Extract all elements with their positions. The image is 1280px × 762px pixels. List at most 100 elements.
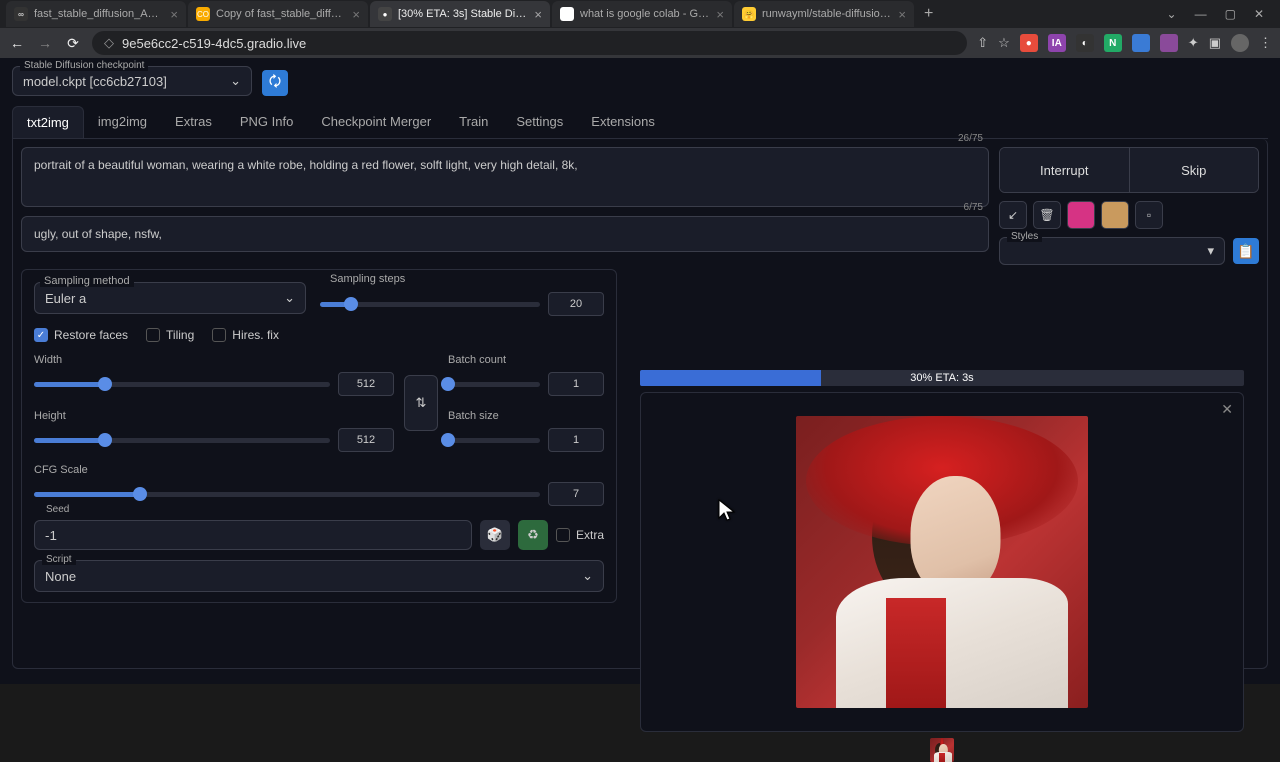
output-frame: ✕	[640, 392, 1244, 732]
progress-text: 30% ETA: 3s	[910, 372, 973, 384]
chevron-down-icon: ⌄	[284, 290, 295, 306]
browser-chrome: ∞fast_stable_diffusion_AUTOMA×COCopy of …	[0, 0, 1280, 58]
tab-png-info[interactable]: PNG Info	[226, 106, 307, 138]
skip-button[interactable]: Skip	[1130, 148, 1259, 192]
restore-faces-checkbox[interactable]: Restore faces	[34, 328, 128, 342]
progress-bar: 30% ETA: 3s	[640, 370, 1244, 386]
browser-tab[interactable]: COCopy of fast_stable_diffusion×	[188, 1, 368, 27]
share-icon[interactable]: ⇧	[977, 35, 988, 51]
new-tab-button[interactable]: +	[916, 5, 941, 23]
tab-extras[interactable]: Extras	[161, 106, 226, 138]
save-icon: ▫	[1147, 208, 1151, 222]
side-panel-icon[interactable]: ▣	[1209, 35, 1221, 51]
output-area: 30% ETA: 3s ✕	[640, 370, 1244, 762]
extension-icon-5[interactable]	[1132, 34, 1150, 52]
mini-button-row: ↙ 🗑 ▫	[999, 201, 1259, 229]
reuse-seed-button[interactable]: ♻	[518, 520, 548, 550]
profile-icon[interactable]	[1231, 34, 1249, 52]
generated-image[interactable]	[796, 416, 1088, 708]
extension-icon-4[interactable]: N	[1104, 34, 1122, 52]
site-info-icon[interactable]: ◇	[104, 35, 114, 51]
tab-train[interactable]: Train	[445, 106, 502, 138]
arrow-icon: ↙	[1008, 208, 1018, 222]
extension-icon-2[interactable]: IA	[1048, 34, 1066, 52]
save-style-button[interactable]: ▫	[1135, 201, 1163, 229]
forward-button[interactable]: →	[36, 35, 54, 51]
seed-label: Seed	[42, 504, 73, 515]
close-tab-icon[interactable]: ×	[716, 7, 724, 22]
script-label: Script	[42, 554, 76, 565]
close-tab-icon[interactable]: ×	[170, 7, 178, 22]
width-value[interactable]: 512	[338, 372, 394, 396]
batch-size-value[interactable]: 1	[548, 428, 604, 452]
bookmark-icon[interactable]: ☆	[998, 35, 1010, 51]
extension-icon-3[interactable]: ◐	[1076, 34, 1094, 52]
batch-count-value[interactable]: 1	[548, 372, 604, 396]
cfg-value[interactable]: 7	[548, 482, 604, 506]
style-button-1[interactable]	[1067, 201, 1095, 229]
seed-input[interactable]	[34, 520, 472, 550]
tab-strip: ∞fast_stable_diffusion_AUTOMA×COCopy of …	[0, 0, 1280, 28]
thumbnail-strip	[640, 738, 1244, 762]
chevron-down-icon: ⌄	[230, 73, 241, 89]
browser-tab[interactable]: Gwhat is google colab - Googl ×	[552, 1, 732, 27]
browser-tab[interactable]: ●[30% ETA: 3s] Stable Diffusion×	[370, 1, 550, 27]
batch-count-label: Batch count	[448, 354, 604, 366]
extension-icon-1[interactable]: ●	[1020, 34, 1038, 52]
styles-label: Styles	[1007, 231, 1042, 242]
height-slider[interactable]	[34, 438, 330, 443]
tab-txt2img[interactable]: txt2img	[12, 106, 84, 138]
tab-label: [30% ETA: 3s] Stable Diffusion	[398, 8, 528, 20]
maximize-icon[interactable]: ▢	[1225, 7, 1236, 21]
tab-label: what is google colab - Googl	[580, 8, 710, 20]
random-seed-button[interactable]: 🎲	[480, 520, 510, 550]
browser-tab[interactable]: ∞fast_stable_diffusion_AUTOMA×	[6, 1, 186, 27]
tab-label: runwayml/stable-diffusion-v1	[762, 8, 892, 20]
refresh-icon: 🗘	[269, 71, 282, 95]
extension-icon-6[interactable]	[1160, 34, 1178, 52]
swap-dimensions-button[interactable]: ⇅	[404, 375, 438, 431]
back-button[interactable]: ←	[8, 35, 26, 51]
thumbnail[interactable]	[930, 738, 954, 762]
script-select[interactable]: None ⌄	[34, 560, 604, 592]
style-button-2[interactable]	[1101, 201, 1129, 229]
close-tab-icon[interactable]: ×	[898, 7, 906, 22]
seed-extra-checkbox[interactable]: Extra	[556, 528, 604, 542]
tab-label: fast_stable_diffusion_AUTOMA	[34, 8, 164, 20]
interrupt-button[interactable]: Interrupt	[1000, 148, 1130, 192]
tiling-checkbox[interactable]: Tiling	[146, 328, 194, 342]
tab-extensions[interactable]: Extensions	[577, 106, 669, 138]
minimize-icon[interactable]: —	[1195, 7, 1207, 21]
positive-prompt-input[interactable]	[21, 147, 989, 207]
browser-tab[interactable]: 🤗runwayml/stable-diffusion-v1×	[734, 1, 914, 27]
sampling-steps-value[interactable]: 20	[548, 292, 604, 316]
arrow-button[interactable]: ↙	[999, 201, 1027, 229]
extensions-icon[interactable]: ✦	[1188, 35, 1199, 51]
tab-checkpoint-merger[interactable]: Checkpoint Merger	[307, 106, 445, 138]
reload-button[interactable]: ⟳	[64, 35, 82, 52]
close-output-button[interactable]: ✕	[1221, 401, 1233, 418]
menu-icon[interactable]: ⋮	[1259, 35, 1272, 51]
chevron-down-icon: ⌄	[582, 568, 593, 584]
negative-prompt-input[interactable]	[21, 216, 989, 252]
sampling-steps-slider[interactable]	[320, 302, 540, 307]
chevron-down-icon[interactable]: ⌄	[1167, 7, 1177, 21]
url-input[interactable]: ◇ 9e5e6cc2-c519-4dc5.gradio.live	[92, 31, 967, 55]
hires-fix-checkbox[interactable]: Hires. fix	[212, 328, 279, 342]
favicon-icon: G	[560, 7, 574, 21]
tab-img2img[interactable]: img2img	[84, 106, 161, 138]
close-window-icon[interactable]: ✕	[1254, 7, 1264, 21]
close-tab-icon[interactable]: ×	[352, 7, 360, 22]
chevron-down-icon: ▾	[1207, 243, 1214, 259]
height-value[interactable]: 512	[338, 428, 394, 452]
apply-styles-button[interactable]: 📋	[1233, 238, 1259, 264]
close-tab-icon[interactable]: ×	[534, 7, 542, 22]
refresh-checkpoint-button[interactable]: 🗘	[262, 70, 288, 96]
batch-size-slider[interactable]	[448, 438, 540, 443]
width-slider[interactable]	[34, 382, 330, 387]
cfg-slider[interactable]	[34, 492, 540, 497]
tab-settings[interactable]: Settings	[502, 106, 577, 138]
dice-icon: 🎲	[487, 527, 503, 543]
batch-count-slider[interactable]	[448, 382, 540, 387]
trash-button[interactable]: 🗑	[1033, 201, 1061, 229]
